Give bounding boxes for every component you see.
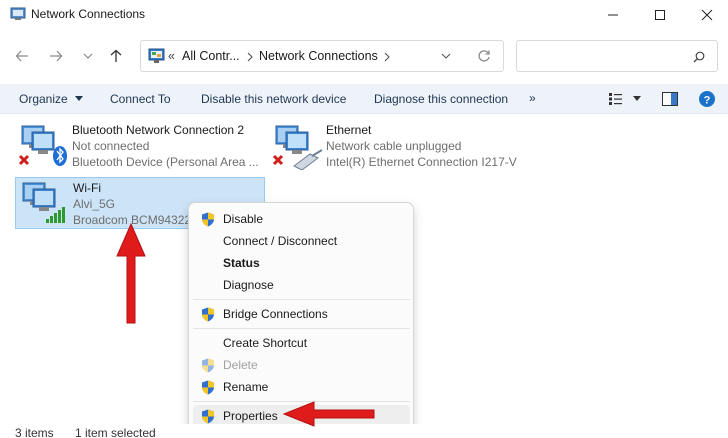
menu-item-label: Rename xyxy=(223,380,269,394)
menu-item-delete: Delete xyxy=(193,354,410,376)
connection-device: Intel(R) Ethernet Connection I217-V xyxy=(326,155,517,169)
close-icon xyxy=(701,9,713,21)
search-input[interactable] xyxy=(523,47,683,65)
breadcrumb-overflow[interactable]: « xyxy=(168,49,175,63)
organize-menu[interactable]: Organize xyxy=(19,92,84,106)
connection-device: Bluetooth Device (Personal Area ... xyxy=(72,155,259,169)
caret-down-icon[interactable] xyxy=(633,96,641,102)
breadcrumb-all-control-panel[interactable]: All Contr... xyxy=(182,49,240,63)
menu-item-diagnose[interactable]: Diagnose xyxy=(193,274,410,296)
minimize-button[interactable] xyxy=(590,0,636,30)
window-title: Network Connections xyxy=(31,7,146,21)
uac-shield-icon xyxy=(202,409,214,424)
breadcrumb-network-connections[interactable]: Network Connections xyxy=(259,49,378,63)
menu-separator xyxy=(193,299,410,300)
maximize-icon xyxy=(655,10,665,20)
uac-shield-icon xyxy=(202,358,214,373)
context-menu: Disable Connect / Disconnect Status Diag… xyxy=(188,202,414,432)
minimize-icon xyxy=(608,14,618,16)
connection-name: Bluetooth Network Connection 2 xyxy=(72,123,245,137)
wifi-network-icon xyxy=(22,182,65,223)
menu-item-label: Delete xyxy=(223,358,258,372)
caret-down-icon xyxy=(75,96,84,101)
uac-shield-icon xyxy=(202,307,214,322)
selection-count: 1 item selected xyxy=(75,426,156,438)
more-commands-button[interactable]: » xyxy=(529,91,536,105)
chevron-down-icon xyxy=(83,53,93,59)
menu-item-label: Bridge Connections xyxy=(223,307,328,321)
diagnose-connection-button[interactable]: Diagnose this connection xyxy=(374,92,508,106)
svg-text:?: ? xyxy=(704,94,711,106)
command-bar: Organize Connect To Disable this network… xyxy=(0,84,728,114)
menu-item-label: Disable xyxy=(223,212,264,226)
chevron-right-icon[interactable] xyxy=(383,52,391,62)
menu-separator xyxy=(193,328,410,329)
uac-shield-icon xyxy=(202,380,214,395)
connect-to-button[interactable]: Connect To xyxy=(110,92,171,106)
organize-label: Organize xyxy=(19,92,68,106)
connection-item-ethernet[interactable]: Ethernet Network cable unplugged Intel(R… xyxy=(269,120,527,172)
menu-item-label: Status xyxy=(223,256,260,270)
annotation-arrow-left-icon xyxy=(282,401,375,427)
connection-status: Alvi_5G xyxy=(73,197,116,211)
connection-status: Not connected xyxy=(72,139,150,153)
view-options-icon[interactable] xyxy=(609,93,623,105)
menu-item-label: Create Shortcut xyxy=(223,336,308,350)
menu-item-connect-disconnect[interactable]: Connect / Disconnect xyxy=(193,230,410,252)
disable-device-button[interactable]: Disable this network device xyxy=(201,92,346,106)
connection-status: Network cable unplugged xyxy=(326,139,462,153)
up-button[interactable] xyxy=(105,45,127,67)
uac-shield-icon xyxy=(202,212,214,227)
network-connections-app-icon xyxy=(10,7,26,20)
connection-name: Wi-Fi xyxy=(73,181,101,195)
menu-item-label: Connect / Disconnect xyxy=(223,234,338,248)
chevron-right-icon xyxy=(247,52,253,62)
menu-item-status[interactable]: Status xyxy=(193,252,410,274)
search-box[interactable] xyxy=(516,40,718,72)
arrow-up-icon xyxy=(110,49,122,62)
control-panel-icon xyxy=(148,48,165,63)
help-icon[interactable]: ? xyxy=(699,91,715,107)
search-icon[interactable] xyxy=(693,51,705,63)
back-button[interactable] xyxy=(11,45,33,67)
arrow-left-icon xyxy=(15,50,28,62)
menu-item-rename[interactable]: Rename xyxy=(193,376,410,398)
recent-locations-button[interactable] xyxy=(77,45,99,67)
preview-pane-icon[interactable] xyxy=(662,92,678,106)
ethernet-network-icon xyxy=(272,125,323,170)
address-bar[interactable]: « All Contr... Network Connections xyxy=(140,40,504,72)
item-count: 3 items xyxy=(15,426,54,438)
menu-item-label: Properties xyxy=(223,409,278,423)
menu-item-create-shortcut[interactable]: Create Shortcut xyxy=(193,332,410,354)
title-bar: Network Connections xyxy=(0,0,728,30)
forward-button[interactable] xyxy=(45,45,67,67)
menu-item-disable[interactable]: Disable xyxy=(193,208,410,230)
refresh-icon[interactable] xyxy=(477,49,491,63)
connection-item-bluetooth[interactable]: Bluetooth Network Connection 2 Not conne… xyxy=(15,120,265,172)
chevron-down-icon[interactable] xyxy=(441,51,451,61)
bluetooth-network-icon xyxy=(18,125,67,166)
menu-item-bridge-connections[interactable]: Bridge Connections xyxy=(193,303,410,325)
close-button[interactable] xyxy=(684,0,728,30)
arrow-right-icon xyxy=(50,50,63,62)
maximize-button[interactable] xyxy=(637,0,683,30)
connection-name: Ethernet xyxy=(326,123,372,137)
menu-item-label: Diagnose xyxy=(223,278,274,292)
annotation-arrow-up-icon xyxy=(116,222,146,324)
